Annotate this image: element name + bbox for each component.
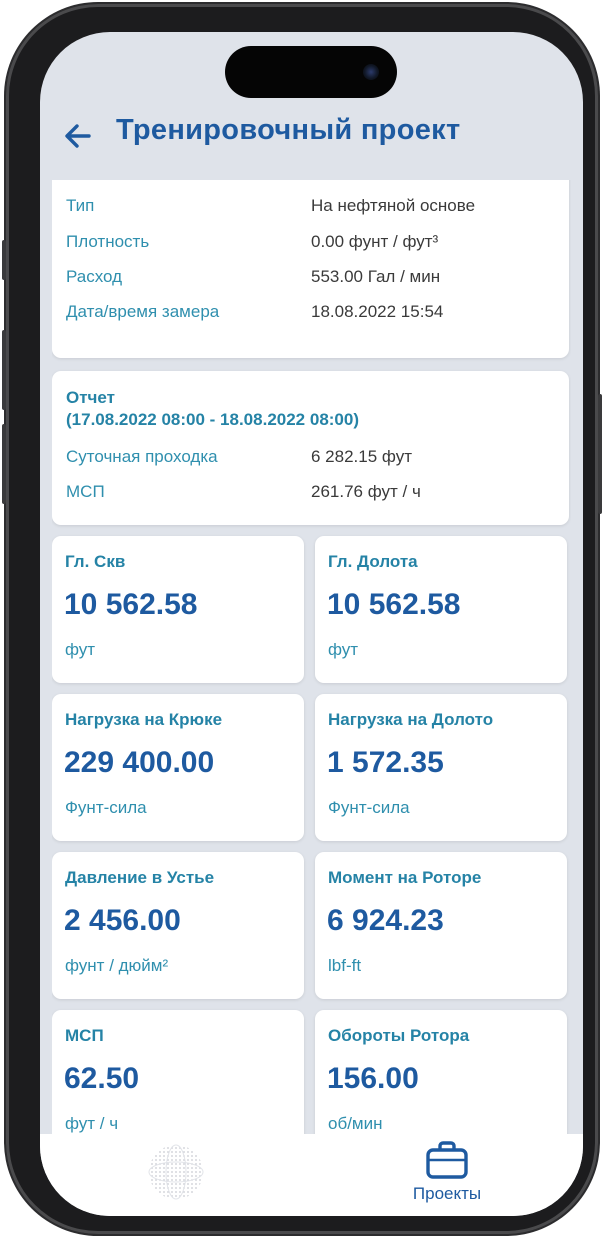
fluid-card: Тип На нефтяной основе Плотность 0.00 фу… — [52, 180, 569, 358]
side-button-left-2 — [2, 330, 6, 410]
metric-value: 156.00 — [327, 1062, 419, 1095]
fluid-value: 0.00 фунт / фут³ — [311, 232, 439, 251]
metric-value: 229 400.00 — [64, 746, 215, 779]
metric-label: Обороты Ротора — [328, 1026, 470, 1045]
camera-icon — [363, 64, 379, 80]
side-button-left-3 — [2, 424, 6, 504]
report-row-rop: МСП 261.76 фут / ч — [66, 482, 559, 506]
globe-icon — [148, 1144, 204, 1200]
metric-label: Гл. Долота — [328, 552, 418, 571]
fluid-label: Расход — [66, 267, 123, 286]
report-card: Отчет (17.08.2022 08:00 - 18.08.2022 08:… — [52, 371, 569, 525]
page-title: Тренировочный проект — [116, 114, 461, 146]
metric-card-bit-depth[interactable]: Гл. Долота 10 562.58 фут — [315, 536, 567, 683]
report-title-text: Отчет — [66, 388, 115, 407]
metric-label: Нагрузка на Крюке — [65, 710, 223, 729]
fluid-row-datetime: Дата/время замера 18.08.2022 15:54 — [66, 302, 559, 326]
metric-label: Гл. Скв — [65, 552, 126, 571]
fluid-row-flow: Расход 553.00 Гал / мин — [66, 267, 559, 291]
metric-unit: Фунт-сила — [328, 798, 410, 817]
phone-frame: Тренировочный проект Тип На нефтяной осн… — [2, 4, 602, 1234]
tab-home[interactable] — [146, 1142, 206, 1202]
tab-projects-label: Проекты — [412, 1184, 482, 1203]
app-header: Тренировочный проект — [40, 110, 583, 170]
metric-label: Момент на Роторе — [328, 868, 482, 887]
report-row-daily-progress: Суточная проходка 6 282.15 фут — [66, 447, 559, 471]
fluid-row-density: Плотность 0.00 фунт / фут³ — [66, 232, 559, 256]
back-button[interactable] — [62, 120, 94, 152]
report-period: (17.08.2022 08:00 - 18.08.2022 08:00) — [66, 410, 360, 429]
report-label: МСП — [66, 482, 105, 501]
metric-unit: фут — [328, 640, 359, 659]
fluid-value: 18.08.2022 15:54 — [311, 302, 444, 321]
metric-card-rop[interactable]: МСП 62.50 фут / ч — [52, 1010, 304, 1134]
tab-bar: Проекты — [40, 1134, 583, 1216]
metric-value: 1 572.35 — [327, 746, 444, 779]
metric-value: 10 562.58 — [64, 588, 198, 621]
metric-card-hole-depth[interactable]: Гл. Скв 10 562.58 фут — [52, 536, 304, 683]
side-button-left-1 — [2, 240, 6, 280]
scroll-content[interactable]: Тип На нефтяной основе Плотность 0.00 фу… — [52, 180, 571, 1134]
metric-label: Давление в Устье — [65, 868, 215, 887]
dynamic-island — [225, 46, 397, 98]
fluid-label: Плотность — [66, 232, 150, 251]
report-label: Суточная проходка — [66, 447, 218, 466]
metric-card-bit-load[interactable]: Нагрузка на Долото 1 572.35 Фунт-сила — [315, 694, 567, 841]
metric-unit: фут / ч — [65, 1114, 119, 1133]
report-value: 261.76 фут / ч — [311, 482, 421, 501]
metric-value: 6 924.23 — [327, 904, 444, 937]
metric-value: 2 456.00 — [64, 904, 181, 937]
fluid-row-type: Тип На нефтяной основе — [66, 196, 559, 220]
metric-card-rotary-rpm[interactable]: Обороты Ротора 156.00 об/мин — [315, 1010, 567, 1134]
report-title: Отчет (17.08.2022 08:00 - 18.08.2022 08:… — [66, 387, 359, 431]
metric-unit: Фунт-сила — [65, 798, 147, 817]
metric-label: МСП — [65, 1026, 104, 1045]
fluid-label: Дата/время замера — [66, 302, 220, 321]
metric-card-wellhead-pressure[interactable]: Давление в Устье 2 456.00 фунт / дюйм² — [52, 852, 304, 999]
metric-unit: об/мин — [328, 1114, 383, 1133]
metric-unit: фут — [65, 640, 96, 659]
metric-value: 62.50 — [64, 1062, 140, 1095]
metric-card-hook-load[interactable]: Нагрузка на Крюке 229 400.00 Фунт-сила — [52, 694, 304, 841]
arrow-left-icon — [65, 124, 91, 148]
fluid-label: Тип — [66, 196, 95, 215]
briefcase-icon — [426, 1141, 468, 1179]
report-value: 6 282.15 фут — [311, 447, 412, 466]
side-button-right — [598, 394, 602, 514]
fluid-value: 553.00 Гал / мин — [311, 267, 441, 286]
metric-card-rotary-torque[interactable]: Момент на Роторе 6 924.23 lbf-ft — [315, 852, 567, 999]
metric-unit: lbf-ft — [328, 956, 362, 975]
metric-value: 10 562.58 — [327, 588, 461, 621]
metric-label: Нагрузка на Долото — [328, 710, 494, 729]
metric-unit: фунт / дюйм² — [65, 956, 169, 975]
tab-projects[interactable]: Проекты — [392, 1138, 502, 1208]
app-screen: Тренировочный проект Тип На нефтяной осн… — [40, 32, 583, 1216]
fluid-value: На нефтяной основе — [311, 196, 476, 215]
